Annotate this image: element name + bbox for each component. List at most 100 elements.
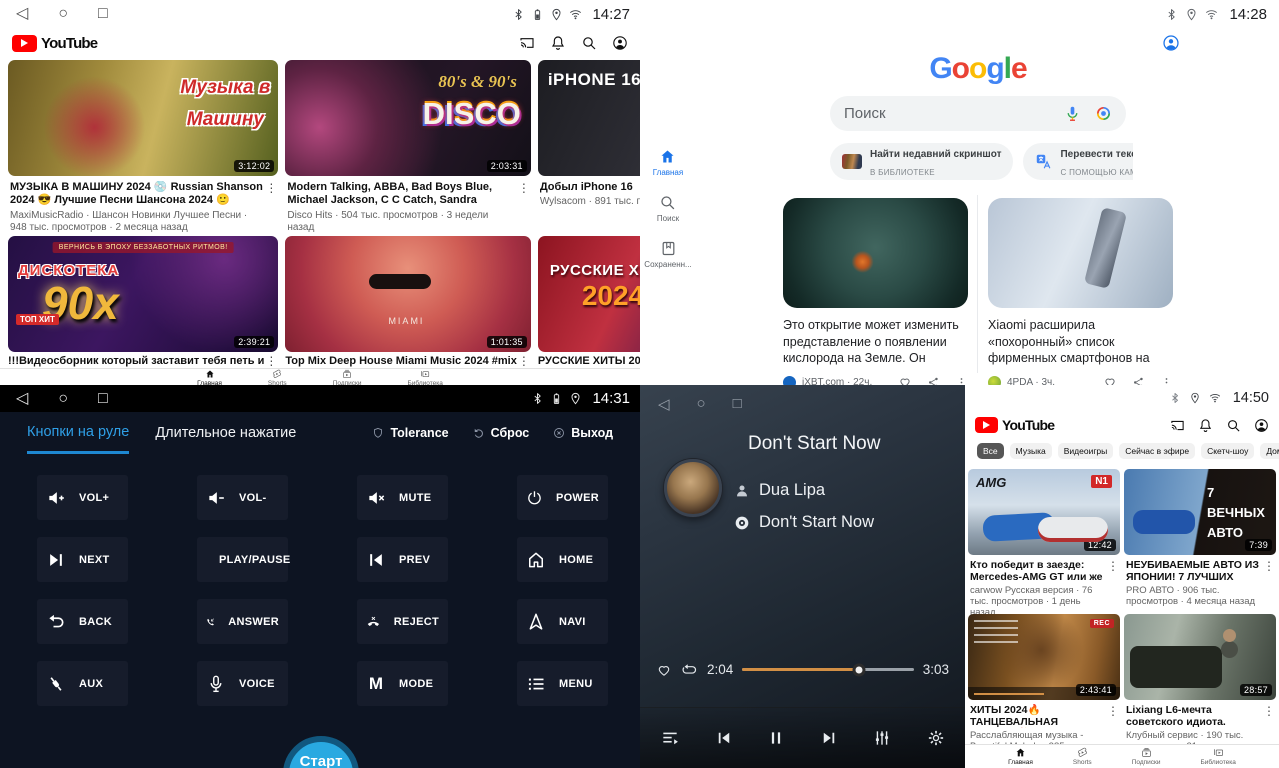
back-nav-icon[interactable]: ◁: [16, 6, 28, 22]
back-nav-icon[interactable]: ◁: [658, 395, 670, 413]
like-icon[interactable]: [898, 375, 912, 385]
nav-shorts[interactable]: Shorts: [268, 369, 287, 385]
chip-all[interactable]: Все: [977, 443, 1004, 459]
key-navi[interactable]: NAVI: [517, 599, 608, 644]
back-nav-icon[interactable]: ◁: [16, 391, 28, 407]
reset-button[interactable]: Сброс: [473, 426, 530, 440]
exit-button[interactable]: Выход: [553, 426, 613, 440]
key-home[interactable]: HOME: [517, 537, 608, 582]
google-lens-icon[interactable]: [1095, 105, 1112, 122]
key-mode[interactable]: MMODE: [357, 661, 448, 706]
video-card[interactable]: AMG N1 12:42 Кто победит в заезде: Merce…: [968, 469, 1120, 609]
notifications-icon[interactable]: [550, 35, 566, 51]
home-nav-icon[interactable]: ○: [58, 391, 68, 407]
more-icon[interactable]: ⋮: [517, 181, 531, 236]
more-icon[interactable]: ⋮: [264, 354, 278, 368]
rail-saved[interactable]: Сохраненн...: [644, 240, 691, 269]
key-mute[interactable]: MUTE: [357, 475, 448, 520]
cast-icon[interactable]: [1170, 418, 1185, 433]
key-play-pause[interactable]: PLAY/PAUSE: [197, 537, 288, 582]
video-card[interactable]: 28:57 Lixiang L6-мечта советского идиота…: [1124, 614, 1276, 754]
recents-nav-icon[interactable]: □: [733, 395, 742, 413]
video-card[interactable]: MIAMI 1:01:35 Top Mix Deep House Miami M…: [285, 236, 530, 368]
home-nav-icon[interactable]: ○: [58, 6, 68, 22]
rail-home[interactable]: Главная: [653, 148, 683, 177]
key-menu[interactable]: MENU: [517, 661, 608, 706]
video-thumbnail[interactable]: Музыка вМашину 3:12:02: [8, 60, 278, 176]
nav-library[interactable]: Библиотека: [408, 369, 443, 385]
rail-search[interactable]: Поиск: [657, 194, 679, 223]
chip-translate[interactable]: Перевести текстС ПОМОЩЬЮ КАМЕРЫ: [1023, 143, 1133, 180]
news-card[interactable]: Xiaomi расширила «похоронный» список фир…: [988, 198, 1173, 385]
share-icon[interactable]: [1132, 376, 1145, 386]
key-answer[interactable]: ANSWER: [197, 599, 288, 644]
seek-knob[interactable]: [852, 663, 865, 676]
search-input[interactable]: Поиск: [830, 96, 1126, 131]
youtube-logo[interactable]: YouTube: [12, 35, 97, 52]
nav-home[interactable]: Главная: [197, 369, 222, 385]
nav-library[interactable]: Библиотека: [1201, 747, 1236, 766]
repeat-icon[interactable]: [681, 661, 698, 678]
key-prev[interactable]: PREV: [357, 537, 448, 582]
chip-live[interactable]: Сейчас в эфире: [1119, 443, 1195, 459]
chip-gaming[interactable]: Видеоигры: [1058, 443, 1114, 459]
video-thumbnail[interactable]: iPHONE 16 14:11: [538, 60, 640, 176]
recents-nav-icon[interactable]: □: [98, 391, 108, 407]
video-card[interactable]: ВЕРНИСЬ В ЭПОХУ БЕЗЗАБОТНЫХ РИТМОВ! ДИСК…: [8, 236, 278, 368]
video-thumbnail[interactable]: REC 2:43:41: [968, 614, 1120, 700]
video-card[interactable]: 80's & 90's DISCO 2:03:31 Modern Talking…: [285, 60, 530, 236]
key-next[interactable]: NEXT: [37, 537, 128, 582]
video-thumbnail[interactable]: MIAMI 1:01:35: [285, 236, 530, 352]
tolerance-button[interactable]: Tolerance: [372, 426, 448, 440]
video-thumbnail[interactable]: ВЕРНИСЬ В ЭПОХУ БЕЗЗАБОТНЫХ РИТМОВ! ДИСК…: [8, 236, 278, 352]
nav-shorts[interactable]: Shorts: [1073, 747, 1092, 766]
key-reject[interactable]: REJECT: [357, 599, 448, 644]
video-thumbnail[interactable]: AMG N1 12:42: [968, 469, 1120, 555]
notifications-icon[interactable]: [1198, 418, 1213, 433]
share-icon[interactable]: [927, 376, 940, 386]
home-nav-icon[interactable]: ○: [697, 395, 706, 413]
favorite-icon[interactable]: [656, 662, 672, 678]
more-icon[interactable]: [1160, 376, 1173, 386]
video-card[interactable]: REC 2:43:41 ХИТЫ 2024🔥 ТАНЦЕВАЛЬНАЯ МУЗЫ…: [968, 614, 1120, 754]
key-vol-down[interactable]: VOL-: [197, 475, 288, 520]
video-card[interactable]: Музыка вМашину 3:12:02 МУЗЫКА В МАШИНУ 2…: [8, 60, 278, 236]
equalizer-icon[interactable]: [872, 728, 892, 748]
video-thumbnail[interactable]: РУССКИЕ ХИТЫ 2024 53:48: [538, 236, 640, 352]
more-icon[interactable]: ⋮: [1106, 559, 1120, 609]
pause-icon[interactable]: [767, 729, 785, 747]
cast-icon[interactable]: [519, 35, 535, 51]
recents-nav-icon[interactable]: □: [98, 6, 108, 22]
start-button[interactable]: Старт: [283, 736, 359, 768]
seek-bar[interactable]: [742, 668, 913, 672]
more-icon[interactable]: [955, 376, 968, 386]
chip-home-repair[interactable]: Дом и ремонт: [1260, 443, 1279, 459]
queue-icon[interactable]: [660, 728, 680, 748]
news-image[interactable]: [783, 198, 968, 308]
like-icon[interactable]: [1103, 375, 1117, 385]
video-card[interactable]: 7 ВЕЧНЫХАВТО 7:39 НЕУБИВАЕМЫЕ АВТО ИЗ ЯП…: [1124, 469, 1276, 609]
search-icon[interactable]: [1226, 418, 1241, 433]
video-thumbnail[interactable]: 7 ВЕЧНЫХАВТО 7:39: [1124, 469, 1276, 555]
news-card[interactable]: Это открытие может изменить представлени…: [783, 198, 968, 385]
chip-sketch[interactable]: Скетч-шоу: [1201, 443, 1254, 459]
more-icon[interactable]: ⋮: [1262, 559, 1276, 609]
google-account-avatar-icon[interactable]: [1162, 34, 1180, 52]
nav-home[interactable]: Главная: [1008, 747, 1033, 766]
settings-icon[interactable]: [927, 729, 945, 747]
news-image[interactable]: [988, 198, 1173, 308]
key-power[interactable]: POWER: [517, 475, 608, 520]
key-back[interactable]: BACK: [37, 599, 128, 644]
more-icon[interactable]: ⋮: [517, 354, 531, 368]
tab-long-press[interactable]: Длительное нажатие: [155, 412, 296, 454]
youtube-logo[interactable]: YouTube: [975, 417, 1054, 433]
next-icon[interactable]: [820, 729, 838, 747]
tab-wheel-buttons[interactable]: Кнопки на руле: [27, 412, 129, 454]
key-voice[interactable]: VOICE: [197, 661, 288, 706]
more-icon[interactable]: ⋮: [264, 181, 278, 236]
voice-search-icon[interactable]: [1064, 105, 1081, 122]
chip-music[interactable]: Музыка: [1010, 443, 1052, 459]
video-thumbnail[interactable]: 80's & 90's DISCO 2:03:31: [285, 60, 530, 176]
video-card[interactable]: iPHONE 16 14:11 Добыл iPhone 16 Wylsacom…: [538, 60, 640, 236]
avatar-icon[interactable]: [612, 35, 628, 51]
